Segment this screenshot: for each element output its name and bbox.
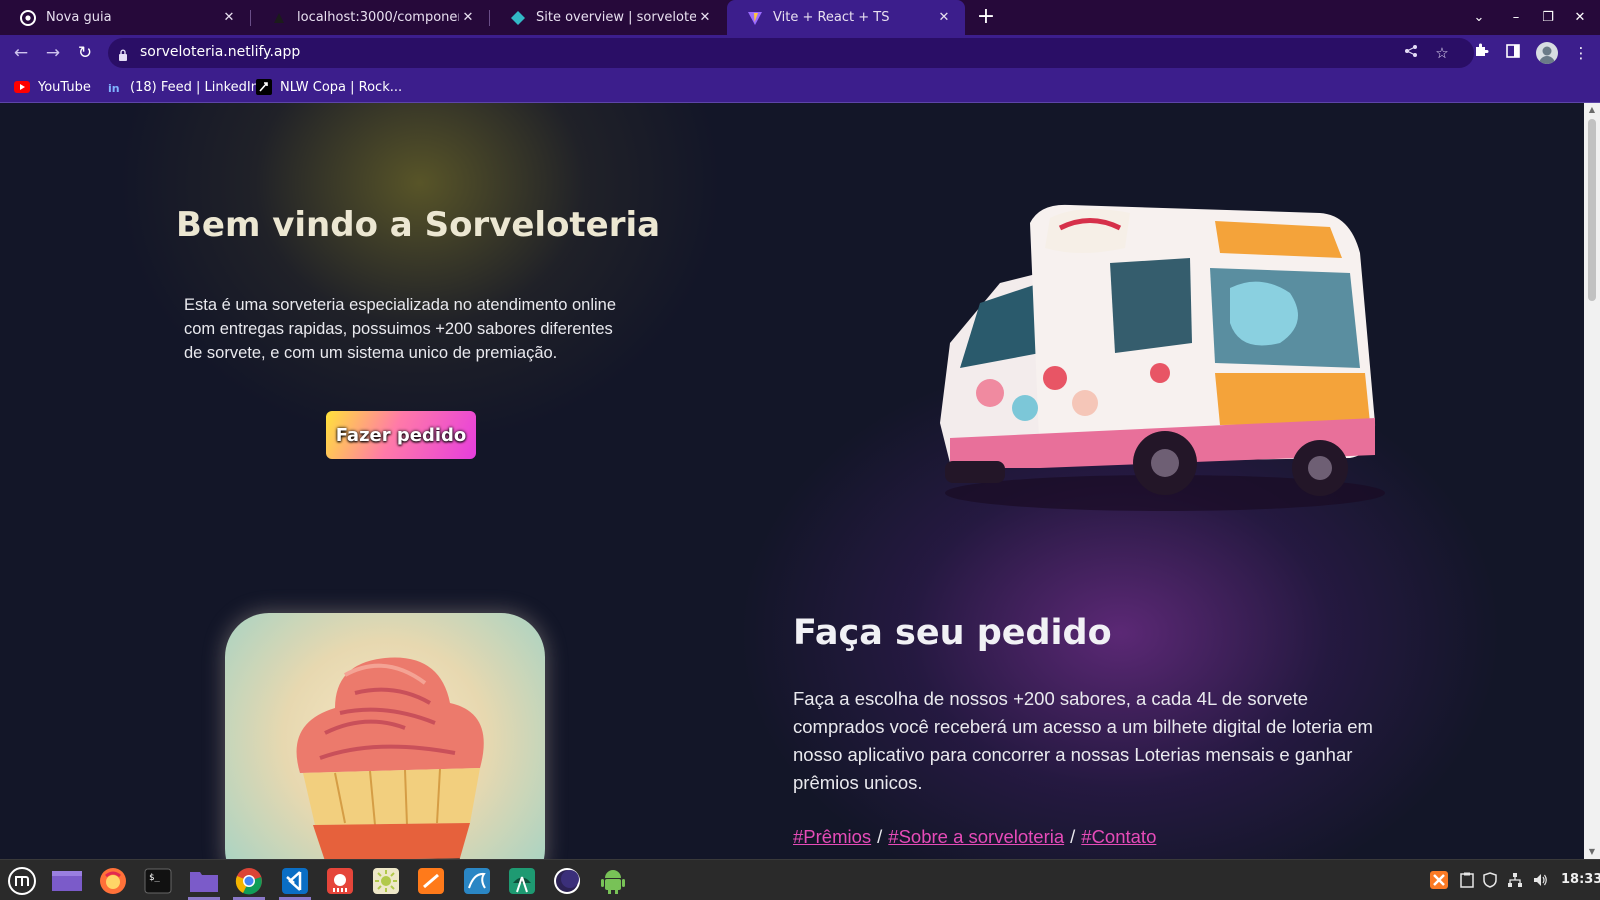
back-icon[interactable]: ← [8, 40, 34, 66]
address-bar[interactable]: sorveloteria.netlify.app ☆ [108, 38, 1474, 68]
scrollbar-thumb[interactable] [1588, 119, 1596, 301]
files-icon[interactable] [184, 863, 224, 900]
tab-strip: Nova guia ✕ localhost:3000/components/Fo… [0, 0, 1600, 35]
tab-title: Nova guia [46, 10, 112, 25]
bookmark-label: (18) Feed | LinkedIn [130, 79, 259, 95]
shield-icon[interactable] [1479, 869, 1501, 891]
mint-menu-icon[interactable] [2, 863, 42, 899]
bookmarks-bar: YouTube in (18) Feed | LinkedIn NLW Copa… [0, 71, 1600, 103]
svg-text:$_: $_ [149, 873, 160, 883]
vertical-scrollbar[interactable]: ▲ ▼ [1584, 103, 1600, 859]
workspace-icon[interactable] [47, 863, 87, 899]
browser-menu-icon[interactable]: ⋮ [1568, 40, 1594, 66]
restore-icon[interactable]: ❐ [1532, 0, 1564, 35]
order-section-description: Faça a escolha de nossos +200 sabores, a… [793, 688, 1373, 793]
gitkraken-icon[interactable] [320, 863, 360, 899]
close-window-icon[interactable]: ✕ [1564, 0, 1596, 35]
volume-icon[interactable] [1529, 869, 1551, 891]
linkedin-icon: in [106, 79, 122, 95]
yellow-glow [120, 103, 720, 443]
bookmark-nlw-copa[interactable]: NLW Copa | Rock... [256, 77, 402, 97]
rocketseat-icon [256, 79, 272, 95]
xampp-icon[interactable] [1428, 869, 1450, 891]
vite-icon [747, 10, 763, 26]
link-contato[interactable]: #Contato [1081, 826, 1156, 847]
eclipse-icon[interactable] [547, 863, 587, 899]
bookmark-youtube[interactable]: YouTube [14, 77, 91, 97]
link-premios[interactable]: #Prêmios [793, 826, 871, 847]
hero-description: Esta é uma sorveteria especializada no a… [184, 296, 617, 362]
chrome-icon[interactable] [229, 863, 269, 900]
avatar[interactable] [1536, 42, 1558, 64]
close-tab-icon[interactable]: ✕ [935, 10, 953, 25]
minimize-icon[interactable]: – [1500, 0, 1532, 35]
ice-cream-cone-image [225, 613, 545, 859]
share-icon[interactable] [1400, 42, 1422, 64]
bookmark-label: NLW Copa | Rock... [280, 79, 403, 95]
android-icon[interactable] [593, 863, 633, 899]
new-tab-button[interactable]: + [973, 5, 999, 31]
mysql-workbench-icon[interactable] [457, 863, 497, 899]
firefox-icon[interactable] [93, 863, 133, 899]
hero-title: Bem vindo a Sorveloteria [176, 205, 661, 245]
dev-icon [271, 10, 287, 26]
clock[interactable]: 18:33 [1561, 872, 1600, 887]
youtube-icon [14, 79, 30, 95]
link-separator: / [1070, 826, 1076, 847]
order-button[interactable]: Fazer pedido [326, 411, 476, 459]
tab-site-overview[interactable]: Site overview | sorveloteria ✕ [490, 0, 726, 35]
brightness-icon[interactable] [366, 863, 406, 899]
terminal-icon[interactable]: $_ [138, 863, 178, 899]
bookmark-linkedin[interactable]: in (18) Feed | LinkedIn [106, 77, 259, 97]
close-tab-icon[interactable]: ✕ [220, 10, 238, 25]
tab-localhost[interactable]: localhost:3000/components/Footer/index.t… [251, 0, 489, 35]
url-text: sorveloteria.netlify.app [140, 44, 301, 60]
bookmark-star-icon[interactable]: ☆ [1431, 42, 1453, 64]
system-taskbar: $_ 18:33 [0, 859, 1600, 900]
netlify-icon [510, 10, 526, 26]
forward-icon[interactable]: → [40, 40, 66, 66]
vscode-icon[interactable] [275, 863, 315, 900]
link-separator: / [877, 826, 883, 847]
tab-title: Site overview | sorveloteria [536, 10, 696, 25]
close-tab-icon[interactable]: ✕ [696, 10, 714, 25]
tab-title: localhost:3000/components/Footer/index.t… [297, 10, 459, 25]
tab-nova-guia[interactable]: Nova guia ✕ [0, 0, 250, 35]
side-panel-icon[interactable] [1500, 40, 1526, 66]
page-viewport: Bem vindo a Sorveloteria Esta é uma sorv… [0, 103, 1584, 859]
scroll-down-icon[interactable]: ▼ [1584, 845, 1600, 859]
tab-vite-react[interactable]: Vite + React + TS ✕ [727, 0, 965, 35]
link-sobre[interactable]: #Sobre a sorveloteria [888, 826, 1064, 847]
android-studio-icon[interactable] [502, 863, 542, 899]
browser-toolbar: ← → ↻ sorveloteria.netlify.app ☆ ⋮ [0, 35, 1600, 71]
tab-search-icon[interactable]: ⌄ [1463, 0, 1495, 35]
chrome-icon [20, 9, 36, 26]
sublime-icon[interactable] [411, 863, 451, 899]
lock-icon [118, 46, 128, 61]
scroll-up-icon[interactable]: ▲ [1584, 103, 1600, 117]
network-icon[interactable] [1504, 869, 1526, 891]
reload-icon[interactable]: ↻ [72, 40, 98, 66]
order-section-title: Faça seu pedido [793, 613, 1112, 653]
tab-title: Vite + React + TS [773, 10, 890, 25]
clipboard-icon[interactable] [1456, 869, 1478, 891]
svg-text:in: in [108, 82, 120, 94]
ice-cream-truck-image [930, 193, 1400, 513]
extensions-icon[interactable] [1468, 40, 1494, 66]
close-tab-icon[interactable]: ✕ [459, 10, 477, 25]
anchor-links: #Prêmios / #Sobre a sorveloteria / #Contato [793, 826, 1156, 848]
bookmark-label: YouTube [38, 79, 91, 95]
